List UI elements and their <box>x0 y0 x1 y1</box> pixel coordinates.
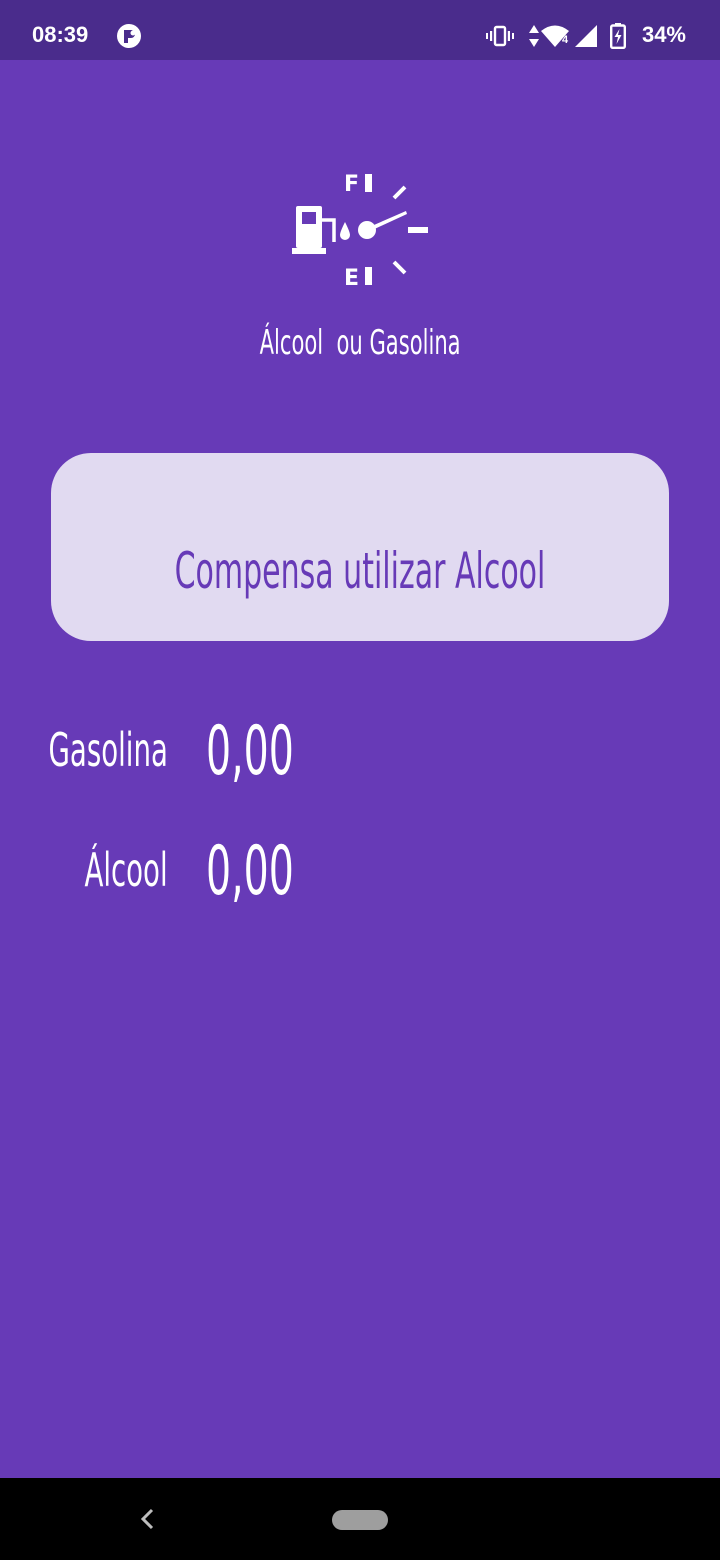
gasoline-price-value: 0,00 <box>206 712 294 791</box>
data-arrows-icon <box>529 25 539 47</box>
gasoline-price-input[interactable]: 0,00 <box>206 712 357 792</box>
app-title: Álcool ou Gasolina <box>0 318 720 368</box>
status-time: 08:39 <box>32 22 89 47</box>
gasoline-label: Gasolina <box>0 720 168 780</box>
back-chevron-icon[interactable] <box>138 1508 158 1530</box>
app-title-text: Álcool ou Gasolina <box>259 323 461 363</box>
result-message-text: Compensa utilizar Alcool <box>174 542 546 600</box>
fuel-gauge-icon: F E <box>292 172 428 291</box>
battery-percentage: 34% <box>641 22 686 47</box>
status-icons: 4 34% <box>486 20 686 52</box>
app-notification-icon <box>117 24 141 48</box>
alcohol-label: Álcool <box>29 840 168 900</box>
navigation-bar <box>0 1478 720 1560</box>
gauge-full-label: F <box>344 172 359 197</box>
gasoline-label-text: Gasolina <box>48 723 168 777</box>
status-bar: 08:39 4 34% <box>0 0 720 60</box>
alcohol-label-text: Álcool <box>84 843 168 897</box>
signal-icon <box>575 25 597 47</box>
battery-charging-icon <box>610 23 626 49</box>
network-type-label: 4 <box>562 34 569 46</box>
alcohol-price-input[interactable]: 0,00 <box>206 832 357 912</box>
result-message: Compensa utilizar Alcool <box>0 536 720 606</box>
gauge-empty-label: E <box>344 266 359 291</box>
vibrate-icon <box>486 25 514 47</box>
alcohol-price-value: 0,00 <box>206 832 294 911</box>
home-pill-icon[interactable] <box>332 1510 388 1530</box>
